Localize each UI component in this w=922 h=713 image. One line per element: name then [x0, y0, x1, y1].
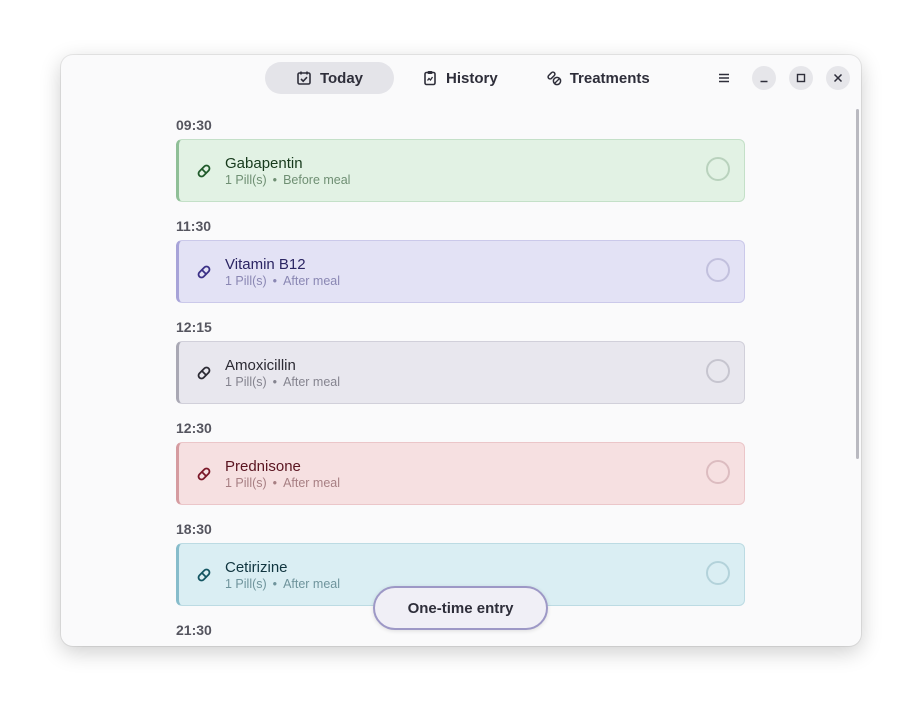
pill-icon [197, 366, 211, 380]
one-time-entry-button[interactable]: One-time entry [373, 586, 548, 630]
minimize-button[interactable] [752, 66, 776, 90]
medication-dose: 1 Pill(s) [225, 173, 267, 187]
separator-dot: • [272, 476, 278, 490]
medication-name: Vitamin B12 [225, 256, 306, 273]
medication-name: Prednisone [225, 458, 301, 475]
pill-icon [197, 164, 211, 178]
medication-details: 1 Pill(s) • After meal [225, 274, 340, 288]
separator-dot: • [272, 274, 278, 288]
tab-treatments-label: Treatments [569, 69, 650, 87]
separator-dot: • [272, 577, 278, 591]
schedule-time-header: 09:30 [176, 117, 212, 133]
medication-note: After meal [283, 476, 341, 490]
tab-history[interactable]: History [402, 62, 518, 94]
medication-dose: 1 Pill(s) [225, 274, 267, 288]
schedule-time-header: 18:30 [176, 521, 212, 537]
schedule-time-header: 12:15 [176, 319, 212, 335]
minimize-icon [760, 80, 768, 83]
medication-note: After meal [283, 375, 341, 389]
pills-icon [547, 71, 562, 86]
view-switcher: Today History Treatments [265, 62, 670, 94]
maximize-icon [796, 73, 806, 83]
pill-icon [197, 568, 211, 582]
schedule-time-header: 11:30 [176, 218, 212, 234]
taken-checkbox[interactable] [706, 561, 730, 585]
taken-checkbox[interactable] [706, 258, 730, 282]
medication-name: Amoxicillin [225, 357, 296, 374]
pill-icon [197, 265, 211, 279]
taken-checkbox[interactable] [706, 460, 730, 484]
app-window: Today History Treatments 09:30 Gabapenti… [61, 55, 861, 646]
medication-details: 1 Pill(s) • After meal [225, 476, 340, 490]
calendar-check-icon [297, 71, 311, 85]
tab-history-label: History [446, 69, 498, 87]
medication-card[interactable]: Prednisone 1 Pill(s) • After meal [176, 442, 745, 505]
scrollbar[interactable] [856, 109, 859, 459]
medication-details: 1 Pill(s) • After meal [225, 577, 340, 591]
medication-card[interactable]: Vitamin B12 1 Pill(s) • After meal [176, 240, 745, 303]
today-schedule-list: 09:30 Gabapentin 1 Pill(s) • Before meal 11:3… [176, 101, 745, 644]
tab-today[interactable]: Today [265, 62, 394, 94]
maximize-button[interactable] [789, 66, 813, 90]
medication-name: Gabapentin [225, 155, 303, 172]
medication-note: After meal [283, 274, 341, 288]
medication-name: Cetirizine [225, 559, 288, 576]
taken-checkbox[interactable] [706, 157, 730, 181]
medication-details: 1 Pill(s) • After meal [225, 375, 340, 389]
medication-dose: 1 Pill(s) [225, 577, 267, 591]
one-time-entry-label: One-time entry [407, 599, 514, 617]
separator-dot: • [272, 375, 278, 389]
medication-dose: 1 Pill(s) [225, 476, 267, 490]
header-bar: Today History Treatments [61, 55, 861, 101]
main-menu-button[interactable] [712, 66, 736, 90]
taken-checkbox[interactable] [706, 359, 730, 383]
medication-details: 1 Pill(s) • Before meal [225, 173, 350, 187]
close-icon [833, 73, 843, 83]
clipboard-icon [424, 71, 436, 86]
medication-card[interactable]: Amoxicillin 1 Pill(s) • After meal [176, 341, 745, 404]
medication-note: Before meal [283, 173, 351, 187]
tab-treatments[interactable]: Treatments [526, 62, 670, 94]
tab-today-label: Today [319, 69, 364, 87]
close-button[interactable] [826, 66, 850, 90]
menu-icon [719, 73, 729, 83]
medication-dose: 1 Pill(s) [225, 375, 267, 389]
pill-icon [197, 467, 211, 481]
medication-note: After meal [283, 577, 341, 591]
separator-dot: • [272, 173, 278, 187]
schedule-time-header: 12:30 [176, 420, 212, 436]
medication-card[interactable]: Gabapentin 1 Pill(s) • Before meal [176, 139, 745, 202]
